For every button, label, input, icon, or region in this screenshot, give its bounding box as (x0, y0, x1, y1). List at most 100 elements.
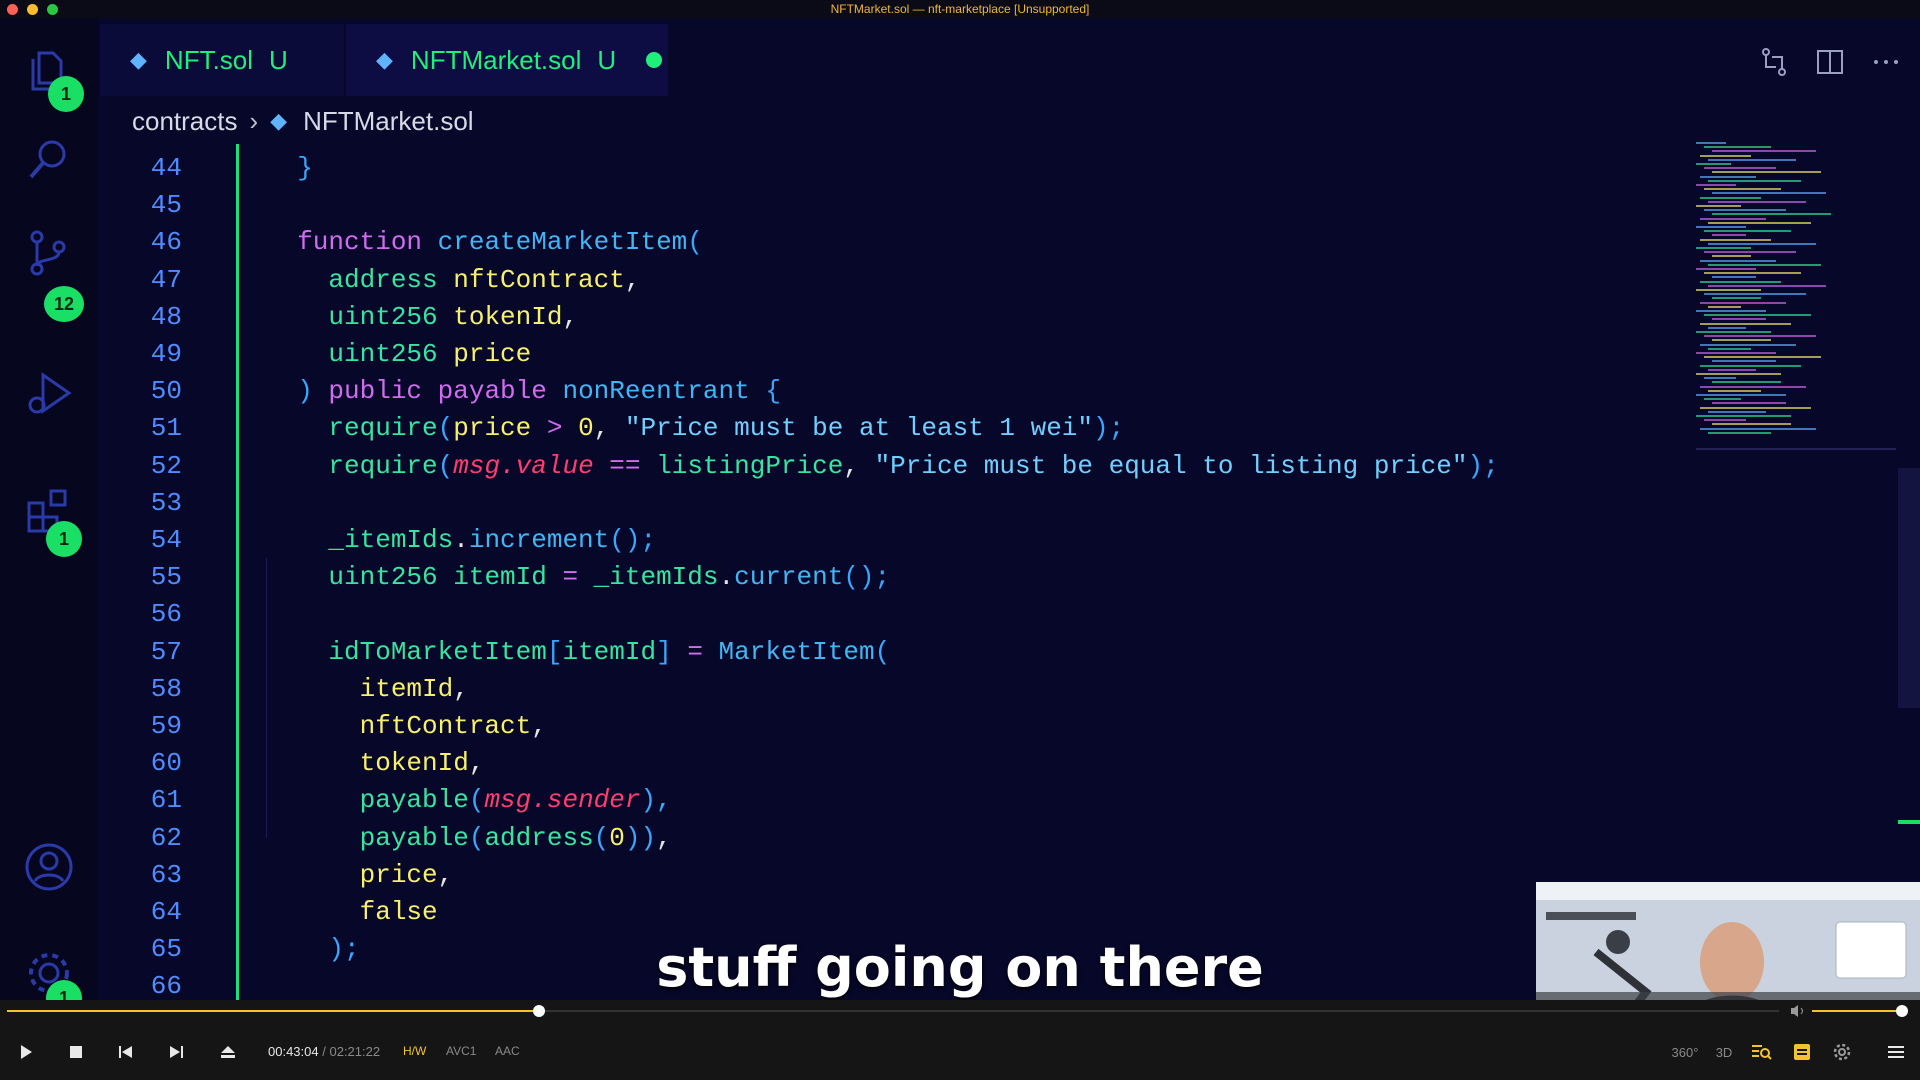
minimap-line (1712, 381, 1781, 384)
account-button[interactable] (22, 840, 76, 894)
code-token: ( (437, 450, 454, 481)
code-line[interactable]: 64 false (98, 894, 1698, 931)
open-changes-icon[interactable] (1758, 46, 1790, 78)
code-line[interactable]: 45 (98, 187, 1698, 224)
volume-icon[interactable] (1790, 1004, 1806, 1018)
tab-nft-sol[interactable]: ◆ NFT.sol U (100, 24, 344, 96)
minimap-line (1704, 167, 1776, 170)
ethereum-icon: ◆ (130, 47, 147, 72)
minimap-line (1712, 360, 1776, 363)
volume-slider[interactable] (1812, 1005, 1908, 1017)
code-line[interactable]: 53 (98, 485, 1698, 522)
code-token: itemId (453, 562, 563, 593)
stop-icon (70, 1046, 82, 1058)
line-number: 50 (150, 376, 182, 407)
code-text: itemId, (266, 671, 469, 708)
code-token: MarketItem (718, 636, 875, 667)
minimap-line (1708, 158, 1796, 161)
code-line[interactable]: 56 (98, 596, 1698, 633)
minimap-line (1708, 431, 1771, 434)
code-line[interactable]: 61 payable(msg.sender), (98, 782, 1698, 819)
code-line[interactable]: 59 nftContract, (98, 708, 1698, 745)
run-debug-button[interactable] (22, 366, 76, 420)
code-token: "Price must be equal to listing price" (874, 450, 1468, 481)
subtitles-button[interactable] (1790, 1040, 1814, 1064)
next-button[interactable] (164, 1040, 188, 1064)
breadcrumb-file[interactable]: NFTMarket.sol (303, 106, 473, 137)
hw-decode-badge[interactable]: H/W (403, 1044, 426, 1058)
code-token: price (453, 413, 547, 444)
code-token: itemId (266, 673, 454, 704)
code-line[interactable]: 57 idToMarketItem[itemId] = MarketItem( (98, 634, 1698, 671)
minimap-line (1708, 284, 1826, 287)
code-token: msg.value (453, 450, 594, 481)
eject-button[interactable] (216, 1040, 240, 1064)
minimap-line (1712, 192, 1826, 195)
code-token: payable (266, 822, 469, 853)
seek-bar[interactable] (7, 1005, 1779, 1017)
code-token: address (484, 822, 594, 853)
minimap-line (1704, 356, 1821, 359)
stop-button[interactable] (64, 1040, 88, 1064)
volume-handle[interactable] (1896, 1005, 1908, 1017)
unsaved-dot-icon[interactable] (646, 52, 663, 68)
search-button[interactable] (22, 132, 76, 186)
skip-previous-icon (119, 1046, 132, 1058)
code-line[interactable]: 49 uint256 price (98, 336, 1698, 373)
code-line[interactable]: 58 itemId, (98, 671, 1698, 708)
minimap-line (1700, 175, 1756, 178)
tab-nftmarket-sol[interactable]: ◆ NFTMarket.sol U (346, 24, 668, 96)
code-line[interactable]: 52 require(msg.value == listingPrice, "P… (98, 448, 1698, 485)
seek-bar-handle[interactable] (532, 1005, 545, 1017)
code-line[interactable]: 50 ) public payable nonReentrant { (98, 373, 1698, 410)
code-token: nftContract (266, 711, 532, 741)
code-text: price, (266, 857, 454, 894)
code-token: listingPrice (656, 450, 844, 481)
code-line[interactable]: 44 } (98, 150, 1698, 187)
source-control-button[interactable] (22, 226, 76, 280)
code-line[interactable]: 48 uint256 tokenId, (98, 299, 1698, 336)
ethereum-icon: ◆ (270, 108, 288, 133)
minimap-line (1712, 150, 1816, 153)
code-line[interactable]: 60 tokenId, (98, 745, 1698, 782)
code-text: require(price > 0, "Price must be at lea… (266, 410, 1124, 447)
code-token: idToMarketItem (266, 636, 547, 667)
previous-button[interactable] (114, 1040, 138, 1064)
code-line[interactable]: 62 payable(address(0)), (98, 820, 1698, 857)
code-token: (); (843, 562, 891, 593)
line-number: 44 (150, 153, 182, 183)
editor-actions (1758, 46, 1902, 78)
code-token: > (546, 413, 579, 444)
code-token: ( (468, 822, 485, 853)
code-token: ] (656, 636, 688, 667)
playlist-search-button[interactable] (1750, 1040, 1774, 1064)
360-view-button[interactable]: 360° (1670, 1040, 1700, 1064)
code-token: )) (624, 822, 657, 853)
minimap-line (1700, 259, 1776, 262)
code-line[interactable]: 51 require(price > 0, "Price must be at … (98, 410, 1698, 447)
settings-button[interactable] (1830, 1040, 1854, 1064)
code-token: public payable (328, 376, 563, 407)
split-editor-icon[interactable] (1814, 46, 1846, 78)
code-token: require (266, 450, 438, 481)
code-text: payable(address(0)), (266, 820, 672, 857)
code-line[interactable]: 55 uint256 itemId = _itemIds.current(); (98, 559, 1698, 596)
code-text: } (266, 150, 313, 187)
more-actions-icon[interactable] (1870, 46, 1902, 78)
search-icon (29, 140, 66, 179)
code-token: nonReentrant (562, 376, 766, 407)
line-number: 56 (150, 599, 182, 630)
code-token: _itemIds (266, 525, 454, 555)
code-line[interactable]: 63 price, (98, 857, 1698, 894)
vertical-scrollbar[interactable] (1898, 468, 1920, 708)
code-line[interactable]: 46 function createMarketItem( (98, 224, 1698, 261)
3d-view-button[interactable]: 3D (1712, 1040, 1736, 1064)
minimap-line (1708, 305, 1741, 308)
code-line[interactable]: 47 address nftContract, (98, 262, 1698, 299)
breadcrumb-folder[interactable]: contracts (132, 106, 238, 137)
code-line[interactable]: 54 _itemIds.increment(); (98, 522, 1698, 559)
code-area[interactable]: 44 } 45 46 function createMarketItem(47 ad… (98, 150, 1698, 1000)
menu-button[interactable] (1884, 1040, 1908, 1064)
play-button[interactable] (14, 1040, 38, 1064)
minimap[interactable] (1696, 142, 1866, 452)
